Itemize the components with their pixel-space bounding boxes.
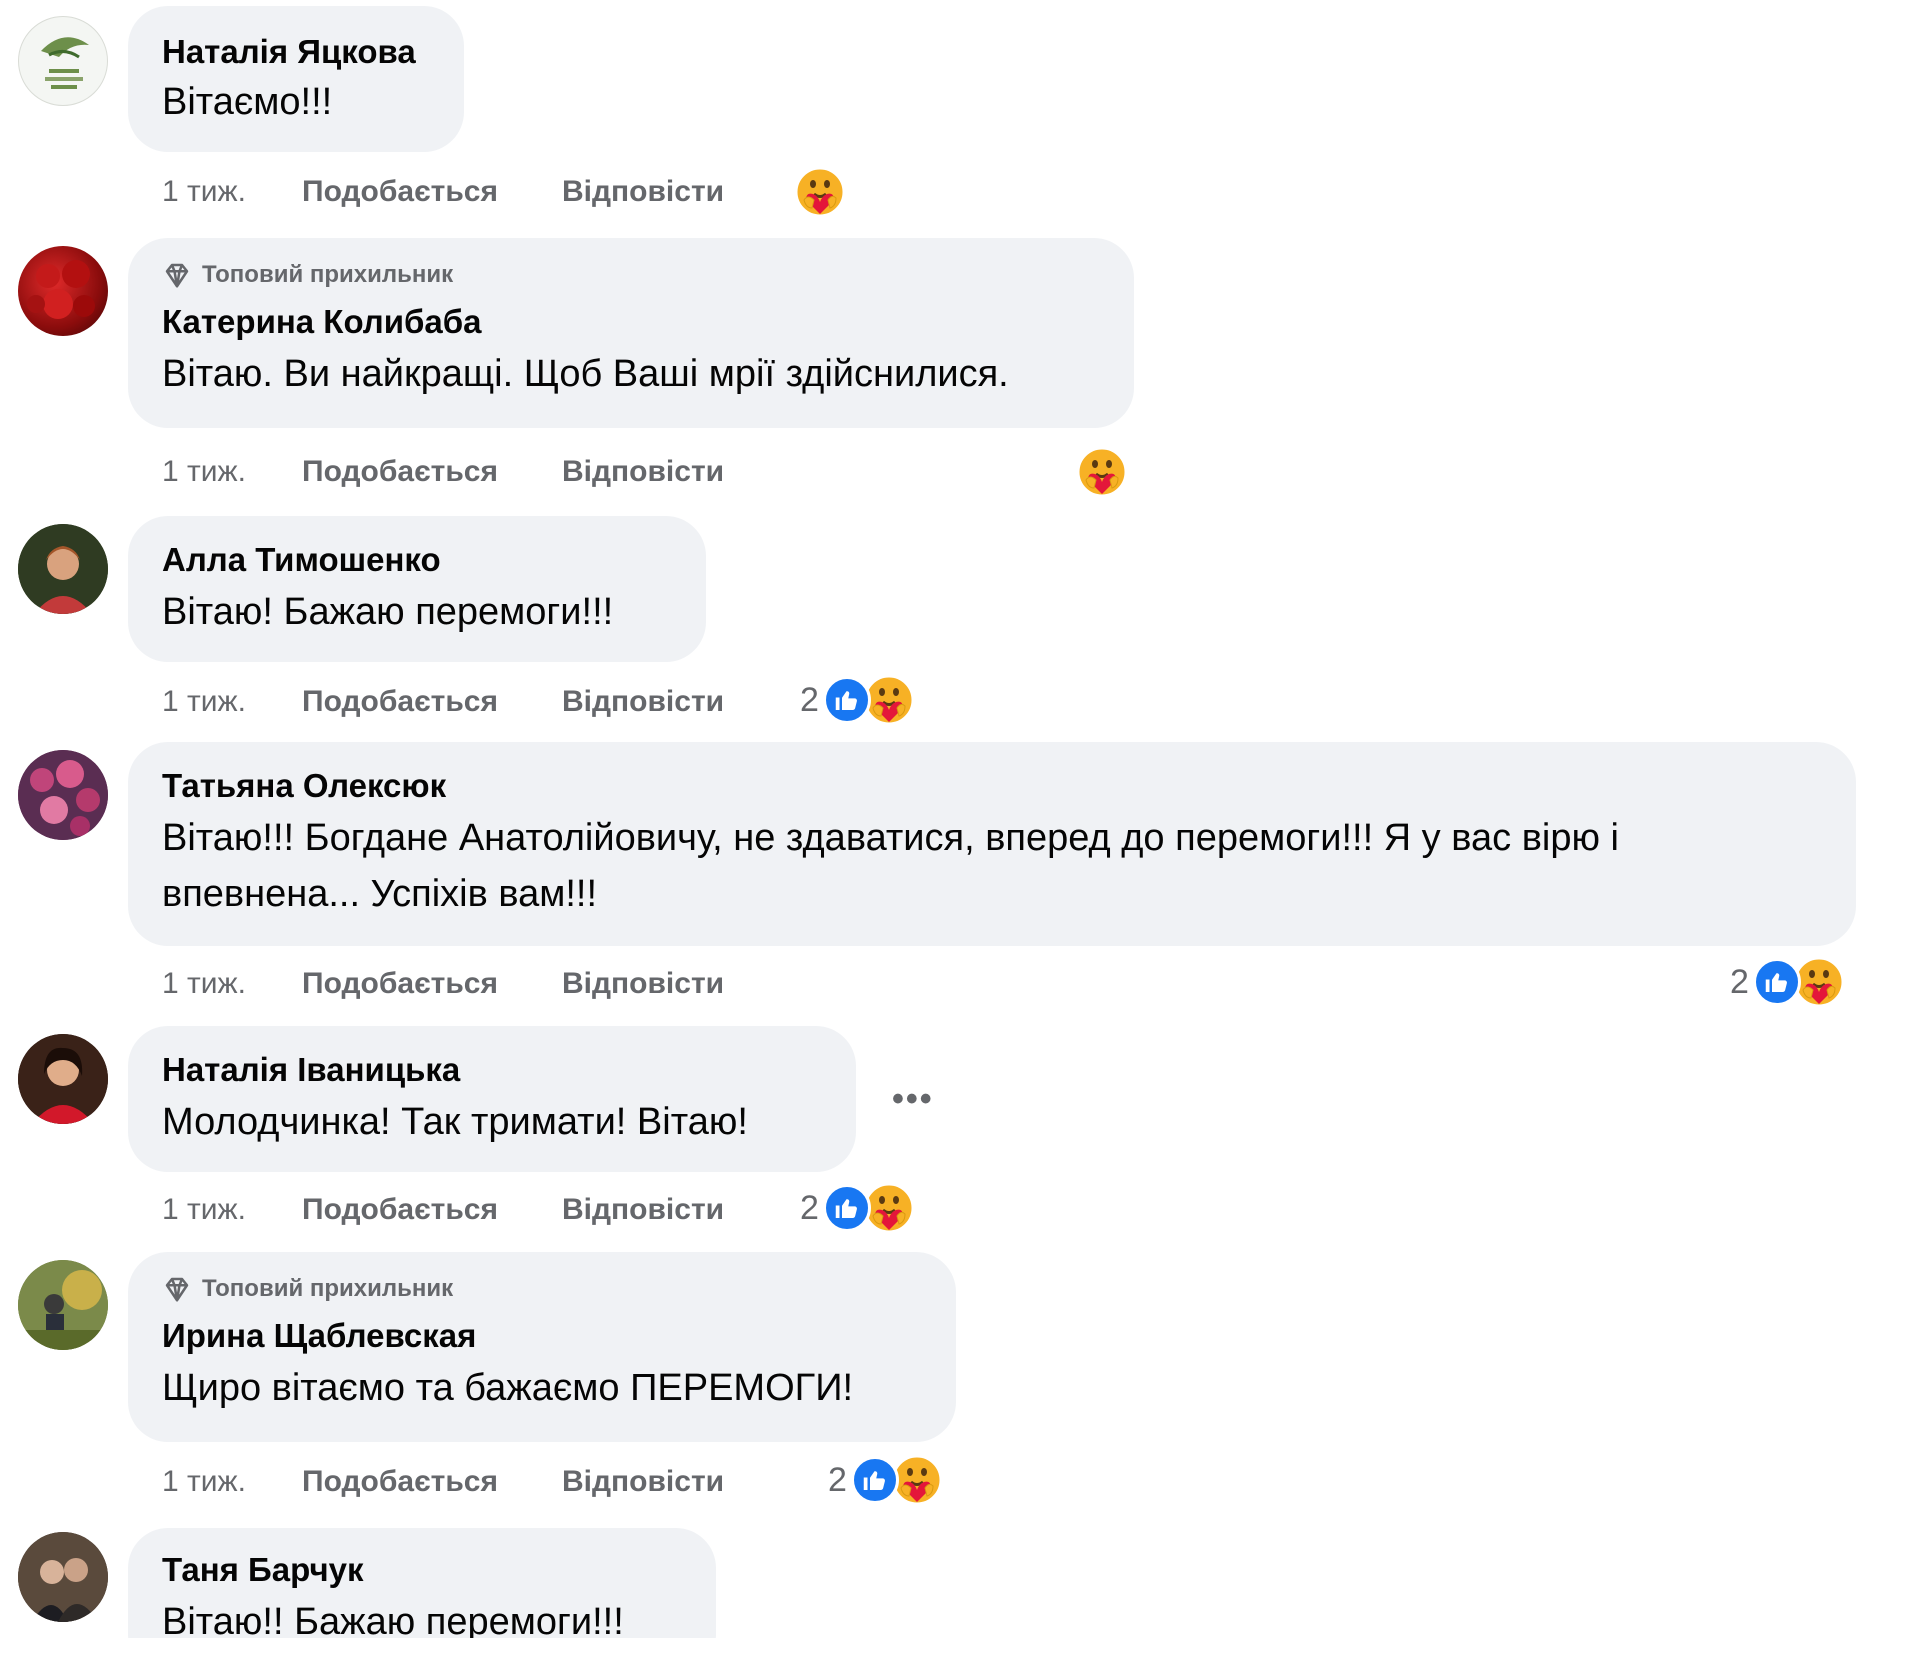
reaction-summary[interactable] — [794, 166, 846, 218]
comment-text: Вітаю!! Бажаю перемоги!!! — [162, 1601, 624, 1638]
like-reaction-icon — [822, 1184, 871, 1232]
comment-bubble: Таня Барчук Вітаю!! Бажаю перемоги!!! — [128, 1528, 716, 1638]
reaction-summary[interactable] — [1076, 446, 1128, 498]
like-reaction-icon — [1752, 958, 1801, 1006]
avatar[interactable] — [18, 1532, 108, 1622]
like-reaction-icon — [850, 1456, 899, 1504]
comment-item: Таня Барчук Вітаю!! Бажаю перемоги!!! — [0, 0, 1920, 1638]
commenter-name[interactable]: Таня Барчук — [162, 1550, 682, 1590]
like-reaction-icon — [822, 676, 871, 724]
care-reaction-icon — [794, 166, 846, 218]
care-reaction-icon — [1076, 446, 1128, 498]
